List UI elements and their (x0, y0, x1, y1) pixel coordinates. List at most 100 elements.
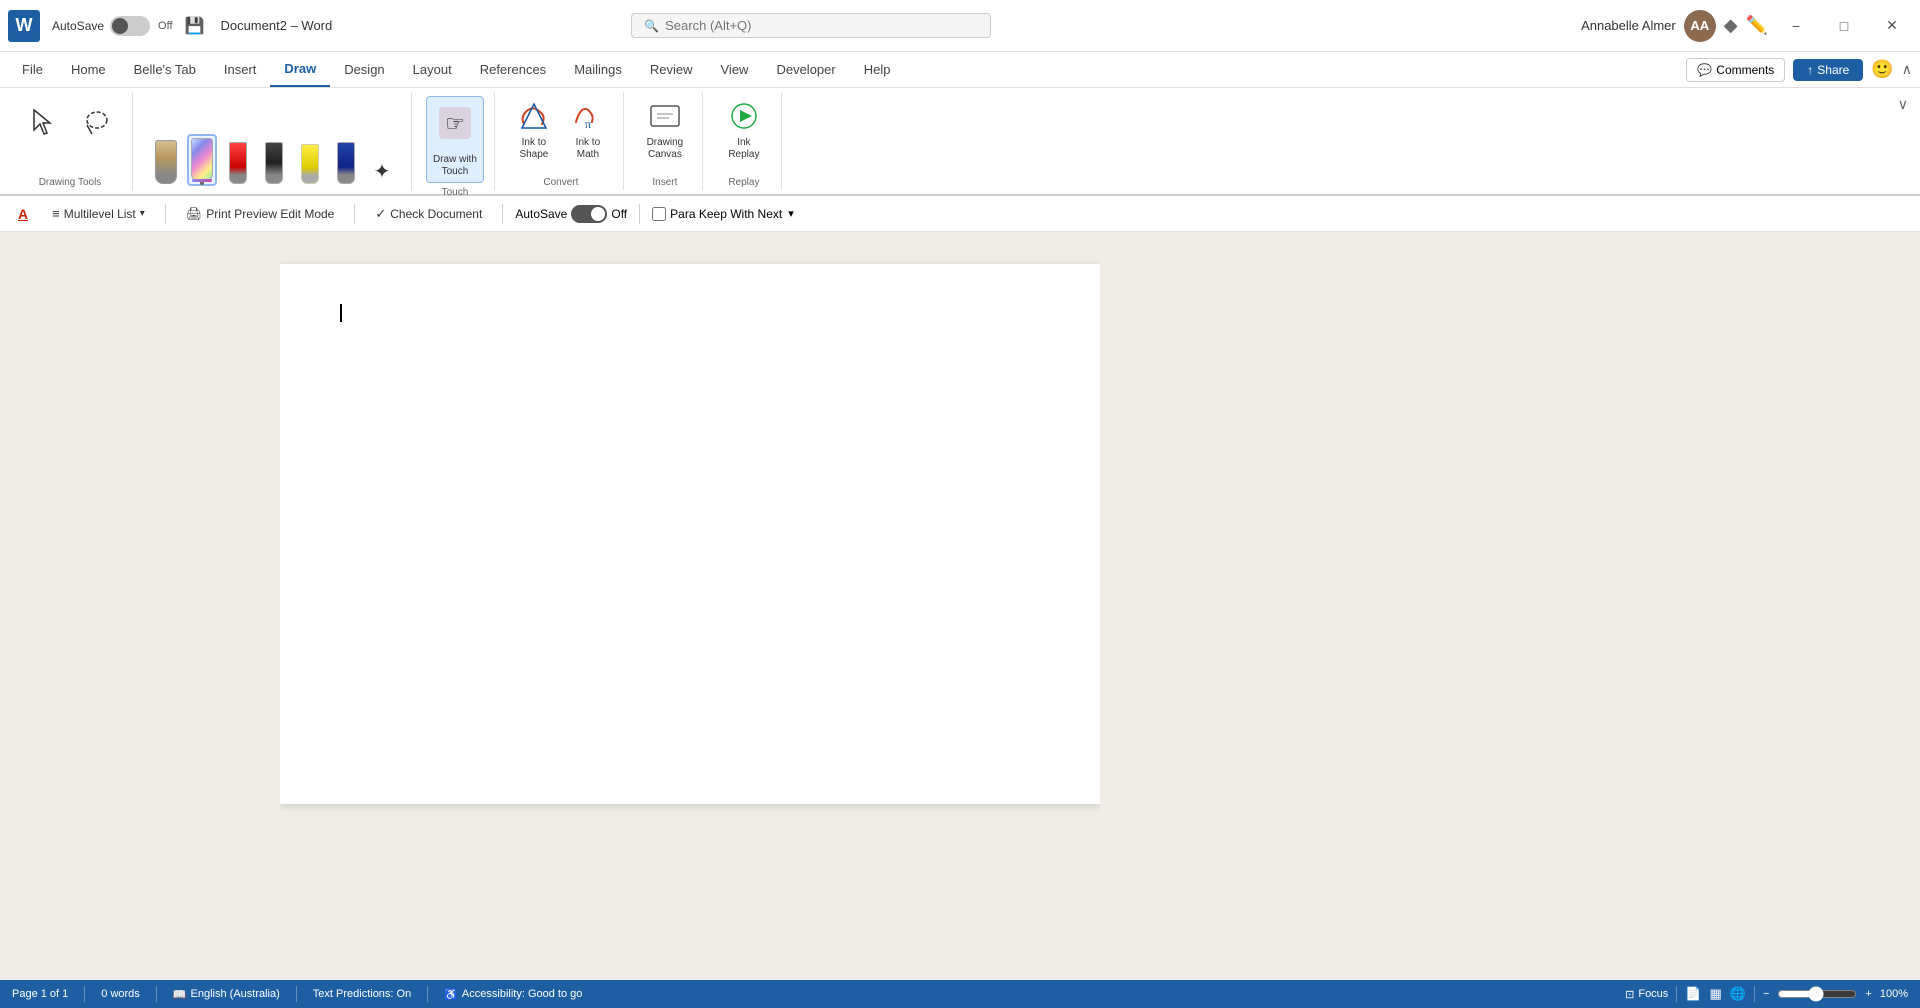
word-count[interactable]: 0 words (101, 988, 140, 1000)
tab-review[interactable]: Review (636, 52, 707, 87)
convert-group-content: Ink toShape π Ink toMath (509, 92, 613, 177)
check-document-button[interactable]: ✓ Check Document (367, 203, 490, 225)
ink-replay-button[interactable]: InkReplay (717, 96, 771, 165)
pen-navy-button[interactable] (331, 140, 361, 186)
insert-group: DrawingCanvas Insert (628, 92, 703, 190)
sparkle-icon: ✦ (374, 159, 391, 184)
focus-icon: ⊡ (1625, 988, 1634, 1001)
tab-help[interactable]: Help (850, 52, 905, 87)
document-page[interactable] (280, 264, 1100, 804)
font-color-button[interactable]: A (10, 203, 36, 225)
add-pen-button[interactable]: ✦ (367, 157, 397, 186)
tab-mailings[interactable]: Mailings (560, 52, 636, 87)
page-info-text: Page 1 of 1 (12, 988, 68, 1000)
tab-layout[interactable]: Layout (399, 52, 466, 87)
tab-developer[interactable]: Developer (762, 52, 849, 87)
secondary-autosave-toggle[interactable] (571, 205, 607, 223)
accessibility-text: Accessibility: Good to go (462, 988, 582, 1000)
read-view-button[interactable]: 📄 (1685, 986, 1701, 1002)
pen-texture-icon (155, 140, 177, 184)
para-keep-dropdown-icon[interactable]: ▾ (788, 207, 794, 220)
draw-with-touch-label: Draw withTouch (433, 154, 477, 178)
focus-button[interactable]: ⊡ Focus (1625, 988, 1668, 1001)
ribbon-tabs: File Home Belle's Tab Insert Draw Design… (0, 52, 1920, 88)
select-tool-button[interactable] (18, 96, 68, 148)
replay-group-content: InkReplay (717, 92, 771, 177)
close-button[interactable]: ✕ (1872, 10, 1912, 42)
layout-view-button[interactable]: ▦ (1710, 986, 1722, 1002)
zoom-in-icon[interactable]: + (1865, 988, 1871, 1000)
secondary-autosave: AutoSave Off (515, 205, 627, 223)
tab-view[interactable]: View (707, 52, 763, 87)
pen-yellow-button[interactable] (295, 142, 325, 186)
tab-draw[interactable]: Draw (270, 52, 330, 87)
tab-belles[interactable]: Belle's Tab (120, 52, 210, 87)
share-button[interactable]: ↑ Share (1793, 59, 1863, 81)
text-predictions[interactable]: Text Predictions: On (313, 988, 411, 1000)
pen-edit-icon[interactable]: ✏️ (1746, 15, 1768, 36)
search-input[interactable] (665, 18, 945, 33)
multilevel-list-button[interactable]: ≡ Multilevel List ▾ (44, 203, 153, 224)
drawing-tools-content (18, 92, 122, 177)
print-preview-button[interactable]: 🖨 Print Preview Edit Mode (178, 203, 343, 225)
web-view-button[interactable]: 🌐 (1730, 986, 1746, 1002)
read-view-icon: 📄 (1685, 986, 1701, 1002)
word-app-icon: W (8, 10, 40, 42)
ink-to-math-button[interactable]: π Ink toMath (563, 96, 613, 165)
language-indicator[interactable]: 📖 English (Australia) (173, 988, 280, 1001)
arrow-cursor-icon (30, 100, 56, 144)
tab-home[interactable]: Home (57, 52, 120, 87)
print-icon: 🖨 (186, 206, 203, 222)
toolbar-separator-4 (639, 204, 640, 224)
para-keep-area: Para Keep With Next ▾ (652, 207, 794, 221)
comments-button[interactable]: 💬 Comments (1686, 58, 1785, 82)
autosave-label: AutoSave (52, 19, 104, 33)
hand-touch-icon: ☞ (437, 105, 473, 148)
tab-insert[interactable]: Insert (210, 52, 271, 87)
minimize-button[interactable]: − (1776, 10, 1816, 42)
check-icon: ✓ (375, 206, 386, 222)
pen-dark-button[interactable] (259, 140, 289, 186)
drawing-canvas-button[interactable]: DrawingCanvas (638, 96, 692, 165)
ribbon-collapse-button[interactable]: ∧ (1902, 61, 1912, 78)
search-box[interactable]: 🔍 (631, 13, 991, 38)
ink-to-shape-icon (516, 100, 552, 135)
secondary-autosave-state: Off (611, 207, 627, 221)
document-right-margin (1100, 232, 1920, 980)
ribbon-expand-icon[interactable]: ∨ (1898, 96, 1908, 113)
status-bar: Page 1 of 1 0 words 📖 English (Australia… (0, 980, 1920, 1008)
accessibility-status[interactable]: ♿ Accessibility: Good to go (444, 988, 582, 1001)
tab-file[interactable]: File (8, 52, 57, 87)
zoom-level: 100% (1880, 988, 1908, 1000)
zoom-area: ⊡ Focus 📄 ▦ 🌐 − + 100% (1625, 986, 1908, 1002)
save-icon[interactable]: 💾 (185, 16, 205, 36)
language-icon: 📖 (173, 988, 187, 1001)
ink-to-shape-label: Ink toShape (519, 137, 548, 161)
ribbon: Drawing Tools (0, 88, 1920, 196)
zoom-out-icon[interactable]: − (1763, 988, 1769, 1000)
draw-with-touch-button[interactable]: ☞ Draw withTouch (426, 96, 484, 183)
page-info[interactable]: Page 1 of 1 (12, 988, 68, 1000)
pen-multicolor-button[interactable] (187, 134, 217, 186)
replay-label: Replay (728, 177, 759, 190)
ink-to-shape-button[interactable]: Ink toShape (509, 96, 559, 165)
tab-references[interactable]: References (466, 52, 560, 87)
zoom-slider[interactable] (1777, 986, 1857, 1002)
web-view-icon: 🌐 (1730, 986, 1746, 1002)
document-left-margin (0, 232, 280, 980)
lasso-tool-button[interactable] (72, 96, 122, 148)
emoji-button[interactable]: 🙂 (1871, 59, 1893, 80)
svg-text:π: π (585, 117, 591, 131)
share-icon: ↑ (1807, 63, 1813, 77)
para-keep-checkbox[interactable] (652, 207, 666, 221)
maximize-button[interactable]: □ (1824, 10, 1864, 42)
autosave-toggle[interactable] (110, 16, 150, 36)
pen-red-button[interactable] (223, 140, 253, 186)
pen-texture-button[interactable] (151, 138, 181, 186)
diamond-icon[interactable]: ◆ (1724, 15, 1738, 36)
text-cursor (340, 304, 342, 322)
replay-group: InkReplay Replay (707, 92, 782, 190)
layout-view-icon: ▦ (1710, 986, 1722, 1002)
drawing-tools-group: Drawing Tools (8, 92, 133, 190)
tab-design[interactable]: Design (330, 52, 398, 87)
